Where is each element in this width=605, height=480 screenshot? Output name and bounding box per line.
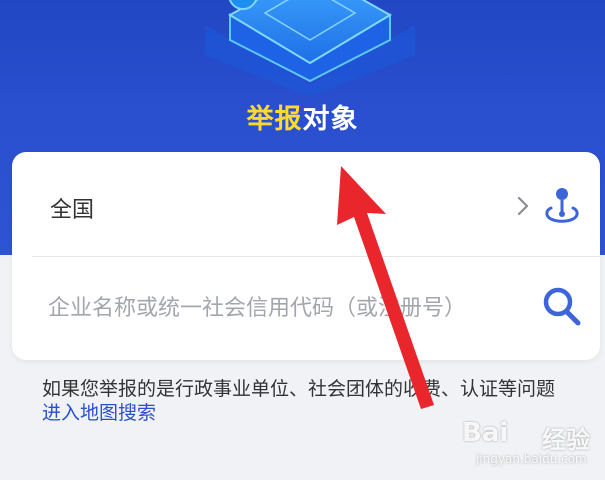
watermark-url: jingyan.baidu.com	[476, 452, 587, 466]
search-icon[interactable]	[542, 285, 582, 327]
page-title: 举报对象	[0, 97, 605, 136]
title-highlight: 举报	[246, 104, 303, 135]
region-label: 全国	[50, 198, 95, 223]
title-rest: 对象	[302, 104, 359, 135]
notice-body: 如果您举报的是行政事业单位、社会团体的收费、认证等问题	[42, 378, 556, 400]
map-search-link[interactable]: 进入地图搜索	[42, 402, 156, 424]
location-pin-icon[interactable]	[543, 186, 581, 226]
search-card: 全国	[12, 152, 600, 360]
region-selector[interactable]: 全国	[12, 152, 600, 256]
watermark-logo: Bai	[462, 418, 509, 448]
search-row	[12, 256, 600, 360]
search-input[interactable]	[48, 286, 534, 330]
watermark-brand: 经验	[542, 426, 590, 454]
chevron-right-icon	[517, 196, 529, 216]
baidu-jingyan-watermark: Bai 经验 jingyan.baidu.com	[462, 412, 602, 476]
hero-cube-graphic	[205, 0, 415, 95]
